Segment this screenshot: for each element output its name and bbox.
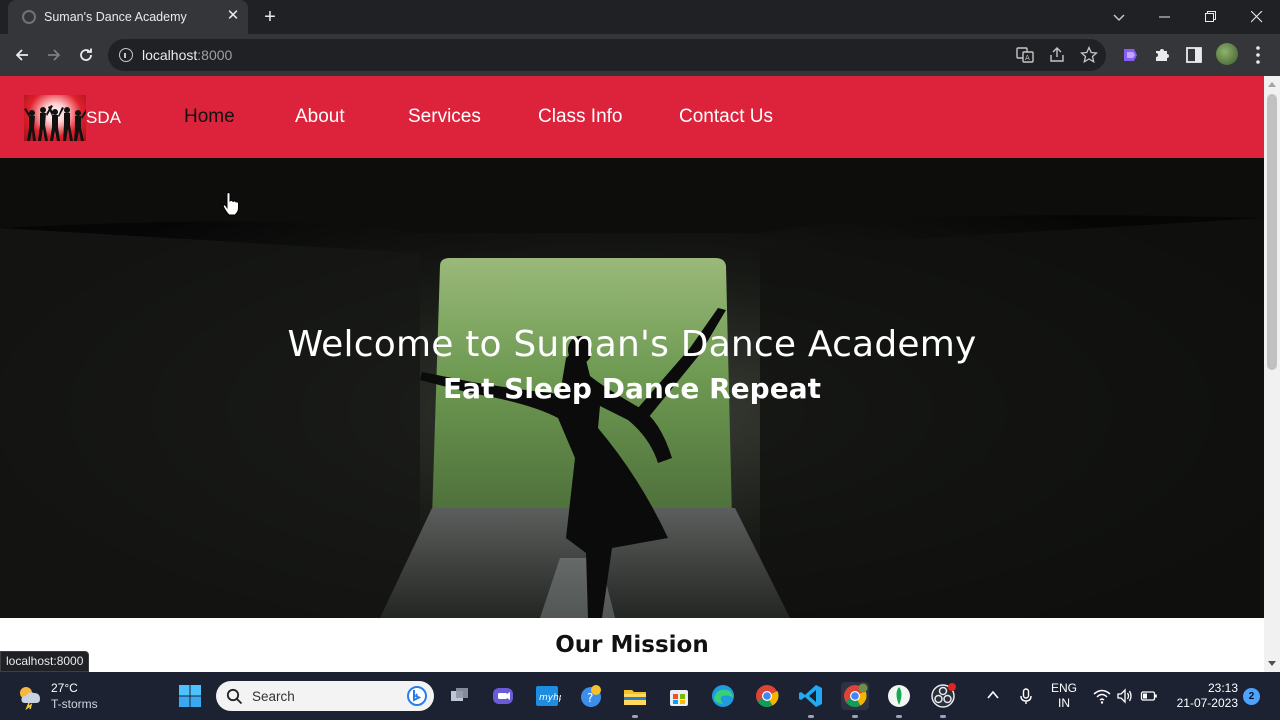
wifi-icon[interactable] (1093, 687, 1111, 705)
site-navbar: SDA Home About Services Class Info Conta… (0, 76, 1264, 158)
hero-subtitle: Eat Sleep Dance Repeat (443, 372, 821, 405)
mongodb-compass-icon[interactable] (885, 682, 913, 718)
back-button[interactable] (10, 43, 34, 67)
reload-button[interactable] (74, 43, 98, 67)
scroll-thumb[interactable] (1267, 94, 1277, 370)
translate-icon[interactable]: A (1016, 46, 1034, 64)
chrome-icon[interactable] (753, 682, 781, 710)
page-scrollbar[interactable] (1264, 76, 1280, 672)
site-info-icon[interactable] (119, 48, 133, 62)
academy-logo[interactable] (24, 95, 86, 141)
url-text: localhost:8000 (142, 47, 233, 63)
microphone-icon[interactable] (1017, 687, 1035, 705)
nav-about-link[interactable]: About (295, 106, 345, 128)
minimize-button[interactable] (1142, 0, 1188, 34)
search-placeholder: Search (252, 689, 295, 704)
browser-toolbar: localhost:8000 A (0, 34, 1280, 76)
system-clock[interactable]: 23:13 21-07-2023 (1166, 681, 1238, 711)
nav-services-link[interactable]: Services (408, 106, 481, 128)
close-tab-icon[interactable]: ✕ (224, 7, 242, 25)
hero-section: Welcome to Suman's Dance Academy Eat Sle… (0, 158, 1264, 618)
weather-temperature: 27°C (51, 681, 78, 695)
obs-studio-icon[interactable] (929, 682, 957, 718)
weather-storm-icon[interactable] (16, 682, 44, 710)
restore-button[interactable] (1188, 0, 1234, 34)
extension-icon[interactable] (1120, 45, 1140, 65)
page-viewport: SDA Home About Services Class Info Conta… (0, 76, 1264, 672)
battery-icon[interactable] (1140, 687, 1158, 705)
forward-button[interactable] (42, 43, 66, 67)
bookmark-star-icon[interactable] (1080, 46, 1098, 64)
scroll-down-arrow-icon[interactable] (1268, 661, 1276, 666)
windows-taskbar: 27°C T-storms Search myhp ? ENGIN 23:132… (0, 672, 1280, 720)
brand-name[interactable]: SDA (86, 108, 121, 128)
support-app-icon[interactable]: ? (577, 682, 605, 710)
side-panel-icon[interactable] (1184, 45, 1204, 65)
share-icon[interactable] (1048, 46, 1066, 64)
svg-text:myhp: myhp (539, 693, 561, 703)
file-explorer-icon[interactable] (621, 682, 649, 718)
hero-title: Welcome to Suman's Dance Academy (287, 324, 977, 365)
extensions-puzzle-icon[interactable] (1152, 45, 1172, 65)
search-icon (226, 688, 243, 705)
vscode-icon[interactable] (797, 682, 825, 718)
teams-chat-icon[interactable] (489, 682, 517, 710)
scroll-up-arrow-icon[interactable] (1268, 82, 1276, 87)
section-title-our-mission: Our Mission (555, 632, 709, 658)
input-language-indicator[interactable]: ENG IN (1048, 681, 1080, 711)
svg-text:A: A (1025, 54, 1030, 62)
address-bar[interactable]: localhost:8000 A (108, 39, 1106, 71)
tab-title: Suman's Dance Academy (44, 10, 187, 24)
weather-description: T-storms (51, 697, 98, 711)
taskbar-search-box[interactable]: Search (216, 681, 434, 711)
nav-contact-us-link[interactable]: Contact Us (679, 106, 773, 128)
notification-count-badge[interactable]: 2 (1243, 688, 1260, 705)
tab-search-icon[interactable] (1108, 6, 1130, 28)
volume-icon[interactable] (1116, 687, 1134, 705)
svg-text:?: ? (587, 691, 593, 705)
chrome-profile-icon[interactable] (841, 682, 869, 718)
show-hidden-icons-chevron[interactable] (986, 688, 1000, 702)
tab-strip: Suman's Dance Academy ✕ + (0, 0, 1280, 34)
windows-start-icon[interactable] (178, 684, 202, 708)
bing-icon[interactable] (406, 685, 428, 707)
edge-browser-icon[interactable] (709, 682, 737, 710)
profile-avatar[interactable] (1216, 43, 1238, 65)
nav-home-link[interactable]: Home (184, 106, 235, 128)
favicon-icon (22, 10, 36, 24)
mouse-pointer-hand-icon (222, 192, 239, 216)
nav-class-info-link[interactable]: Class Info (538, 106, 622, 128)
hp-app-icon[interactable]: myhp (533, 682, 565, 710)
task-view-icon[interactable] (446, 682, 474, 710)
link-status-bubble: localhost:8000 (0, 651, 90, 672)
browser-tab[interactable]: Suman's Dance Academy ✕ (8, 0, 248, 34)
browser-menu-icon[interactable] (1250, 43, 1266, 67)
close-window-button[interactable] (1234, 0, 1280, 34)
new-tab-button[interactable]: + (258, 5, 282, 29)
microsoft-store-icon[interactable] (665, 682, 693, 710)
